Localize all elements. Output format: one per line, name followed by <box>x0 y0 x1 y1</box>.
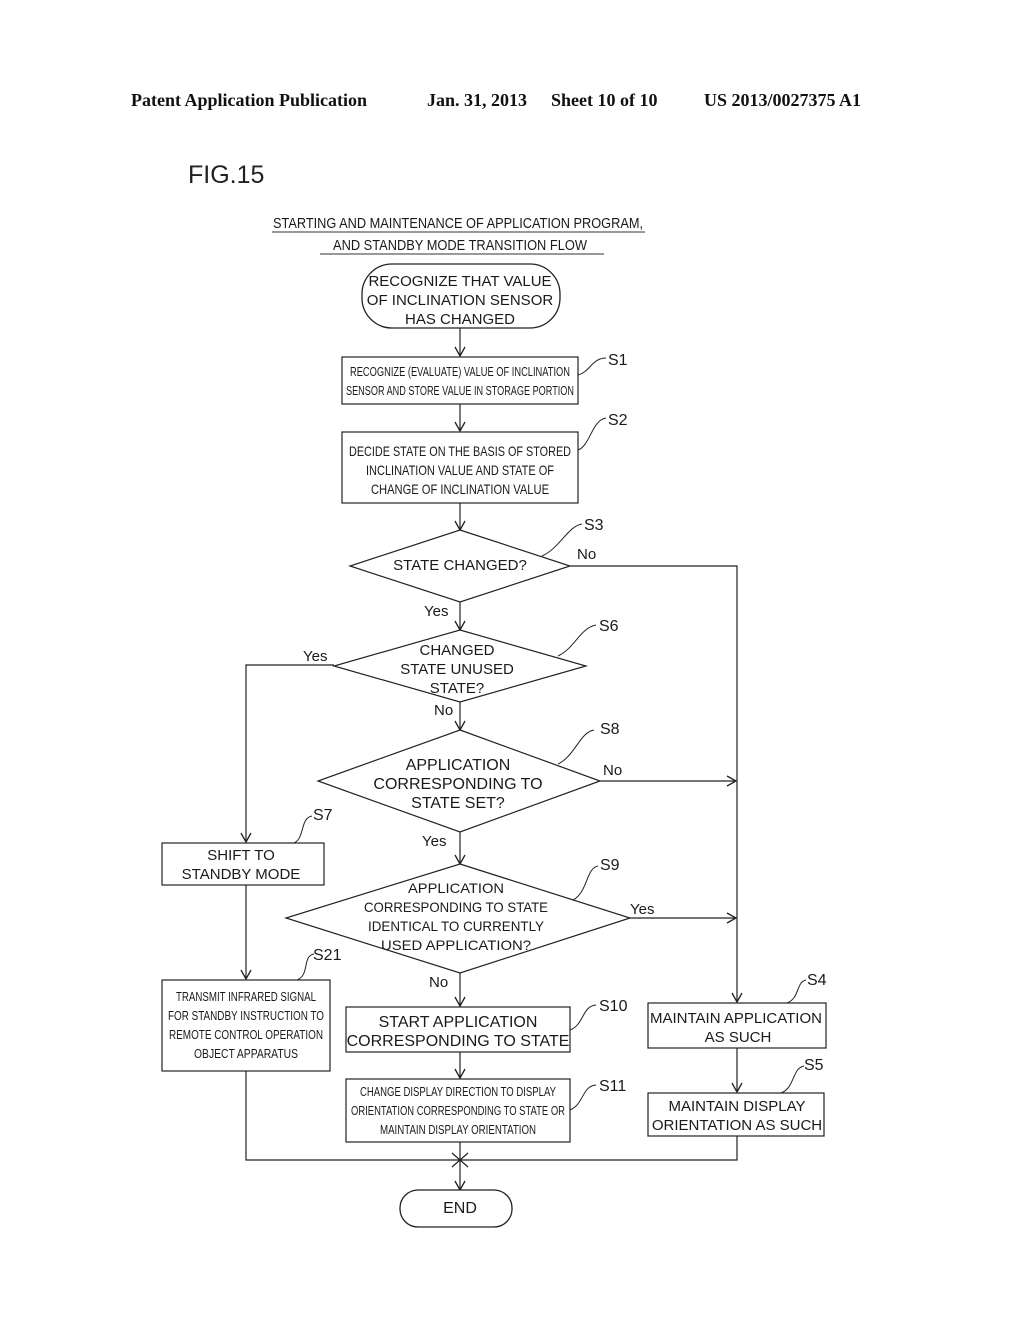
step-s21-leader <box>296 953 315 981</box>
end-terminal: END <box>399 1189 513 1228</box>
decision-s6-leader <box>557 624 597 657</box>
step-s21-line-1: TRANSMIT INFRARED SIGNAL <box>176 989 316 1004</box>
end-label: END <box>443 1200 477 1217</box>
decision-s9: APPLICATION CORRESPONDING TO STATE IDENT… <box>283 857 654 991</box>
decision-s9-line-2: CORRESPONDING TO STATE <box>364 899 548 915</box>
decision-s9-line-3: IDENTICAL TO CURRENTLY <box>368 918 545 934</box>
step-s11-label: S11 <box>599 1078 626 1095</box>
step-s5-label: S5 <box>804 1057 824 1074</box>
start-line-1: RECOGNIZE THAT VALUE <box>368 273 551 290</box>
decision-s9-leader <box>572 865 599 901</box>
decision-s8-label: S8 <box>600 721 620 738</box>
step-s2-line-1: DECIDE STATE ON THE BASIS OF STORED <box>349 443 571 459</box>
flowchart: STARTING AND MAINTENANCE OF APPLICATION … <box>161 215 827 1228</box>
s9-no-label: No <box>429 974 448 991</box>
decision-s6-line-3: STATE? <box>430 680 484 697</box>
step-s1-line-2: SENSOR AND STORE VALUE IN STORAGE PORTIO… <box>346 383 574 398</box>
s3-yes-label: Yes <box>424 603 448 620</box>
step-s4-line-2: AS SUCH <box>705 1029 772 1046</box>
step-s7-line-2: STANDBY MODE <box>182 866 301 883</box>
s9-yes-label: Yes <box>630 901 654 918</box>
step-s1: RECOGNIZE (EVALUATE) VALUE OF INCLINATIO… <box>341 352 628 405</box>
decision-s8-line-2: CORRESPONDING TO <box>373 776 542 793</box>
step-s11: CHANGE DISPLAY DIRECTION TO DISPLAY ORIE… <box>345 1078 626 1143</box>
arrow-s3-no-to-s4 <box>570 565 743 1004</box>
step-s2-line-3: CHANGE OF INCLINATION VALUE <box>371 481 549 497</box>
step-s5-line-2: ORIENTATION AS SUCH <box>652 1117 822 1134</box>
decision-s8-leader <box>557 729 595 765</box>
step-s2: DECIDE STATE ON THE BASIS OF STORED INCL… <box>341 412 628 504</box>
s8-yes-label: Yes <box>422 833 446 850</box>
start-line-2: OF INCLINATION SENSOR <box>367 292 554 309</box>
step-s10: START APPLICATION CORRESPONDING TO STATE… <box>345 998 628 1053</box>
step-s2-label: S2 <box>608 412 628 429</box>
decision-s3-line-1: STATE CHANGED? <box>393 557 527 574</box>
decision-s3-label: S3 <box>584 517 604 534</box>
diagram-title: STARTING AND MAINTENANCE OF APPLICATION … <box>272 215 645 255</box>
step-s1-line-1: RECOGNIZE (EVALUATE) VALUE OF INCLINATIO… <box>350 364 570 379</box>
start-terminal: RECOGNIZE THAT VALUE OF INCLINATION SENS… <box>361 263 561 329</box>
step-s4-line-1: MAINTAIN APPLICATION <box>650 1010 822 1027</box>
step-s11-line-3: MAINTAIN DISPLAY ORIENTATION <box>380 1122 536 1137</box>
step-s21-line-4: OBJECT APPARATUS <box>194 1046 298 1061</box>
step-s1-leader <box>577 357 607 376</box>
step-s4-label: S4 <box>807 972 827 989</box>
step-s5: MAINTAIN DISPLAY ORIENTATION AS SUCH S5 <box>647 1057 825 1137</box>
step-s2-leader <box>577 417 607 451</box>
decision-s3: STATE CHANGED? S3 No Yes <box>348 517 604 620</box>
step-s10-line-2: CORRESPONDING TO STATE <box>347 1033 570 1050</box>
step-s10-line-1: START APPLICATION <box>379 1014 538 1031</box>
s8-no-label: No <box>603 762 622 779</box>
decision-s9-label: S9 <box>600 857 620 874</box>
decision-s6-label: S6 <box>599 618 619 635</box>
step-s2-line-2: INCLINATION VALUE AND STATE OF <box>366 462 554 478</box>
step-s1-label: S1 <box>608 352 628 369</box>
step-s21-line-2: FOR STANDBY INSTRUCTION TO <box>168 1008 324 1023</box>
decision-s9-line-4: USED APPLICATION? <box>381 937 531 953</box>
decision-s8-line-1: APPLICATION <box>406 757 511 774</box>
s6-no-label: No <box>434 702 453 719</box>
decision-s8-line-3: STATE SET? <box>411 795 505 812</box>
step-s10-leader <box>569 1004 597 1031</box>
step-s11-line-2: ORIENTATION CORRESPONDING TO STATE OR <box>351 1103 565 1118</box>
step-s21: TRANSMIT INFRARED SIGNAL FOR STANDBY INS… <box>161 947 342 1072</box>
decision-s6-line-2: STATE UNUSED <box>400 661 514 678</box>
s3-no-label: No <box>577 546 596 563</box>
step-s5-leader <box>780 1065 805 1094</box>
start-line-3: HAS CHANGED <box>405 311 515 328</box>
step-s7-leader <box>293 815 313 844</box>
decision-s3-leader <box>541 523 583 557</box>
title-line-1: STARTING AND MAINTENANCE OF APPLICATION … <box>273 215 643 232</box>
step-s7-line-1: SHIFT TO <box>207 847 275 864</box>
step-s11-line-1: CHANGE DISPLAY DIRECTION TO DISPLAY <box>360 1084 556 1099</box>
step-s11-leader <box>569 1084 597 1111</box>
decision-s6-line-1: CHANGED <box>419 642 494 659</box>
step-s21-line-3: REMOTE CONTROL OPERATION <box>169 1027 323 1042</box>
decision-s8: APPLICATION CORRESPONDING TO STATE SET? … <box>316 721 622 850</box>
title-line-2: AND STANDBY MODE TRANSITION FLOW <box>333 237 588 254</box>
decision-s9-line-1: APPLICATION <box>408 880 504 896</box>
step-s10-label: S10 <box>599 998 628 1015</box>
step-s5-line-1: MAINTAIN DISPLAY <box>669 1098 806 1115</box>
decision-s6: CHANGED STATE UNUSED STATE? S6 Yes No <box>303 618 619 719</box>
s6-yes-label: Yes <box>303 648 327 665</box>
step-s7-label: S7 <box>313 807 333 824</box>
step-s7: SHIFT TO STANDBY MODE S7 <box>161 807 333 886</box>
step-s21-label: S21 <box>313 947 342 964</box>
step-s4-leader <box>786 979 807 1004</box>
